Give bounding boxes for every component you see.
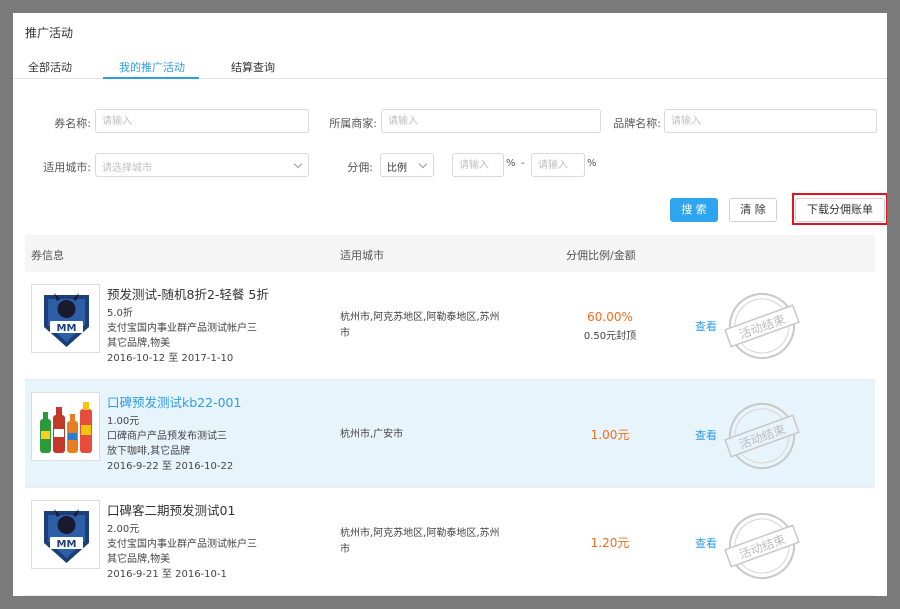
coupon-thumbnail bbox=[31, 392, 100, 461]
coupon-thumbnail: MM bbox=[31, 284, 100, 353]
city-label: 适用城市: bbox=[43, 161, 91, 174]
commission-max-input[interactable] bbox=[531, 153, 585, 177]
coupon-brand: 放下咖啡,其它品牌 bbox=[107, 446, 191, 457]
logo-icon: MM bbox=[32, 285, 99, 352]
table-header: 券信息 适用城市 分佣比例/金额 bbox=[25, 235, 875, 272]
column-header-coupon-info: 券信息 bbox=[31, 249, 64, 262]
commission-type-value: 比例 bbox=[387, 163, 407, 174]
commission-value: 1.20元 bbox=[590, 536, 630, 550]
view-link[interactable]: 查看 bbox=[695, 535, 717, 551]
applicable-cities: 杭州市,阿克苏地区,阿勒泰地区,苏州 市 bbox=[340, 526, 525, 558]
commission-type-select[interactable]: 比例 bbox=[380, 153, 434, 177]
table-row: MM 预发测试-随机8折2-轻餐 5折 5.0折 支付宝国内事业群产品测试帐户三… bbox=[25, 272, 875, 380]
coupon-date-range: 2016-9-21 至 2016-10-1 bbox=[107, 569, 227, 580]
coupon-name-label: 券名称: bbox=[54, 117, 91, 130]
activity-ended-stamp: 活动结束 bbox=[724, 403, 800, 469]
applicable-cities: 杭州市,阿克苏地区,阿勒泰地区,苏州 市 bbox=[340, 310, 525, 342]
coupon-date-range: 2016-9-22 至 2016-10-22 bbox=[107, 461, 234, 472]
brand-label: 品牌名称: bbox=[613, 117, 661, 130]
coupon-title: 口碑客二期预发测试01 bbox=[107, 503, 236, 518]
table-row: MM 口碑客二期预发测试01 2.00元 支付宝国内事业群产品测试帐户三 其它品… bbox=[25, 488, 875, 596]
svg-text:MM: MM bbox=[57, 323, 77, 334]
commission-value: 60.00% bbox=[587, 310, 633, 324]
column-header-city: 适用城市 bbox=[340, 249, 384, 262]
commission-rate: 1.00元 bbox=[545, 426, 675, 443]
chevron-down-icon bbox=[293, 159, 303, 169]
coupon-info: 口碑客二期预发测试01 2.00元 支付宝国内事业群产品测试帐户三 其它品牌,物… bbox=[107, 500, 327, 582]
chevron-down-icon bbox=[418, 159, 428, 169]
merchant-input[interactable] bbox=[381, 109, 601, 133]
svg-text:MM: MM bbox=[57, 539, 77, 550]
city-line: 杭州市,阿克苏地区,阿勒泰地区,苏州 bbox=[340, 312, 500, 323]
commission-label: 分佣: bbox=[347, 161, 373, 174]
column-header-commission: 分佣比例/金额 bbox=[566, 249, 636, 262]
tab-my-promotions[interactable]: 我的推广活动 bbox=[119, 59, 185, 75]
coupon-date-range: 2016-10-12 至 2017-1-10 bbox=[107, 353, 234, 364]
merchant-label: 所属商家: bbox=[329, 117, 377, 130]
commission-rate: 60.00% 0.50元封顶 bbox=[545, 310, 675, 342]
coupon-brand: 其它品牌,物美 bbox=[107, 554, 171, 565]
coupon-price: 2.00元 bbox=[107, 524, 140, 535]
city-select[interactable]: 请选择城市 bbox=[95, 153, 309, 177]
app-window: 推广活动 全部活动 我的推广活动 结算查询 券名称: 所属商家: 品牌名称: 适… bbox=[13, 13, 887, 596]
logo-icon: MM bbox=[32, 501, 99, 568]
commission-cap: 0.50元封顶 bbox=[583, 331, 637, 342]
commission-value: 1.00元 bbox=[590, 428, 630, 442]
search-button[interactable]: 搜 索 bbox=[670, 198, 718, 222]
coupon-info: 口碑预发测试kb22-001 1.00元 口碑商户产品预发布测试三 放下咖啡,其… bbox=[107, 392, 327, 474]
coupon-price: 1.00元 bbox=[107, 416, 140, 427]
city-line: 市 bbox=[340, 328, 350, 339]
view-link[interactable]: 查看 bbox=[695, 427, 717, 443]
tab-bar: 全部活动 我的推广活动 结算查询 bbox=[13, 53, 887, 79]
bottles-icon bbox=[32, 393, 99, 460]
city-line: 杭州市,阿克苏地区,阿勒泰地区,苏州 bbox=[340, 528, 500, 539]
commission-rate: 1.20元 bbox=[545, 534, 675, 551]
coupon-merchant: 支付宝国内事业群产品测试帐户三 bbox=[107, 539, 257, 550]
coupon-info: 预发测试-随机8折2-轻餐 5折 5.0折 支付宝国内事业群产品测试帐户三 其它… bbox=[107, 284, 327, 366]
clear-button[interactable]: 清 除 bbox=[729, 198, 777, 222]
applicable-cities: 杭州市,广安市 bbox=[340, 427, 525, 443]
tab-all-activities[interactable]: 全部活动 bbox=[28, 59, 72, 75]
coupon-brand: 其它品牌,物美 bbox=[107, 338, 171, 349]
percent-unit: % bbox=[587, 158, 597, 169]
city-line: 杭州市,广安市 bbox=[340, 429, 404, 440]
activity-ended-stamp: 活动结束 bbox=[724, 293, 800, 359]
coupon-merchant: 支付宝国内事业群产品测试帐户三 bbox=[107, 323, 257, 334]
coupon-price: 5.0折 bbox=[107, 308, 133, 319]
annotation-highlight-box bbox=[792, 193, 887, 225]
range-separator: - bbox=[521, 158, 525, 169]
percent-unit: % bbox=[506, 158, 516, 169]
brand-input[interactable] bbox=[664, 109, 877, 133]
commission-min-input[interactable] bbox=[452, 153, 504, 177]
coupon-title: 预发测试-随机8折2-轻餐 5折 bbox=[107, 287, 269, 302]
table-row: 口碑预发测试kb22-001 1.00元 口碑商户产品预发布测试三 放下咖啡,其… bbox=[25, 380, 875, 488]
view-link[interactable]: 查看 bbox=[695, 318, 717, 334]
coupon-name-input[interactable] bbox=[95, 109, 309, 133]
coupon-title-link[interactable]: 口碑预发测试kb22-001 bbox=[107, 392, 327, 411]
tab-settlement-query[interactable]: 结算查询 bbox=[231, 59, 275, 75]
coupon-merchant: 口碑商户产品预发布测试三 bbox=[107, 431, 227, 442]
city-line: 市 bbox=[340, 544, 350, 555]
coupon-thumbnail: MM bbox=[31, 500, 100, 569]
city-select-placeholder: 请选择城市 bbox=[102, 163, 152, 174]
active-tab-indicator bbox=[103, 77, 199, 79]
activity-ended-stamp: 活动结束 bbox=[724, 513, 800, 579]
page-title: 推广活动 bbox=[25, 26, 74, 40]
